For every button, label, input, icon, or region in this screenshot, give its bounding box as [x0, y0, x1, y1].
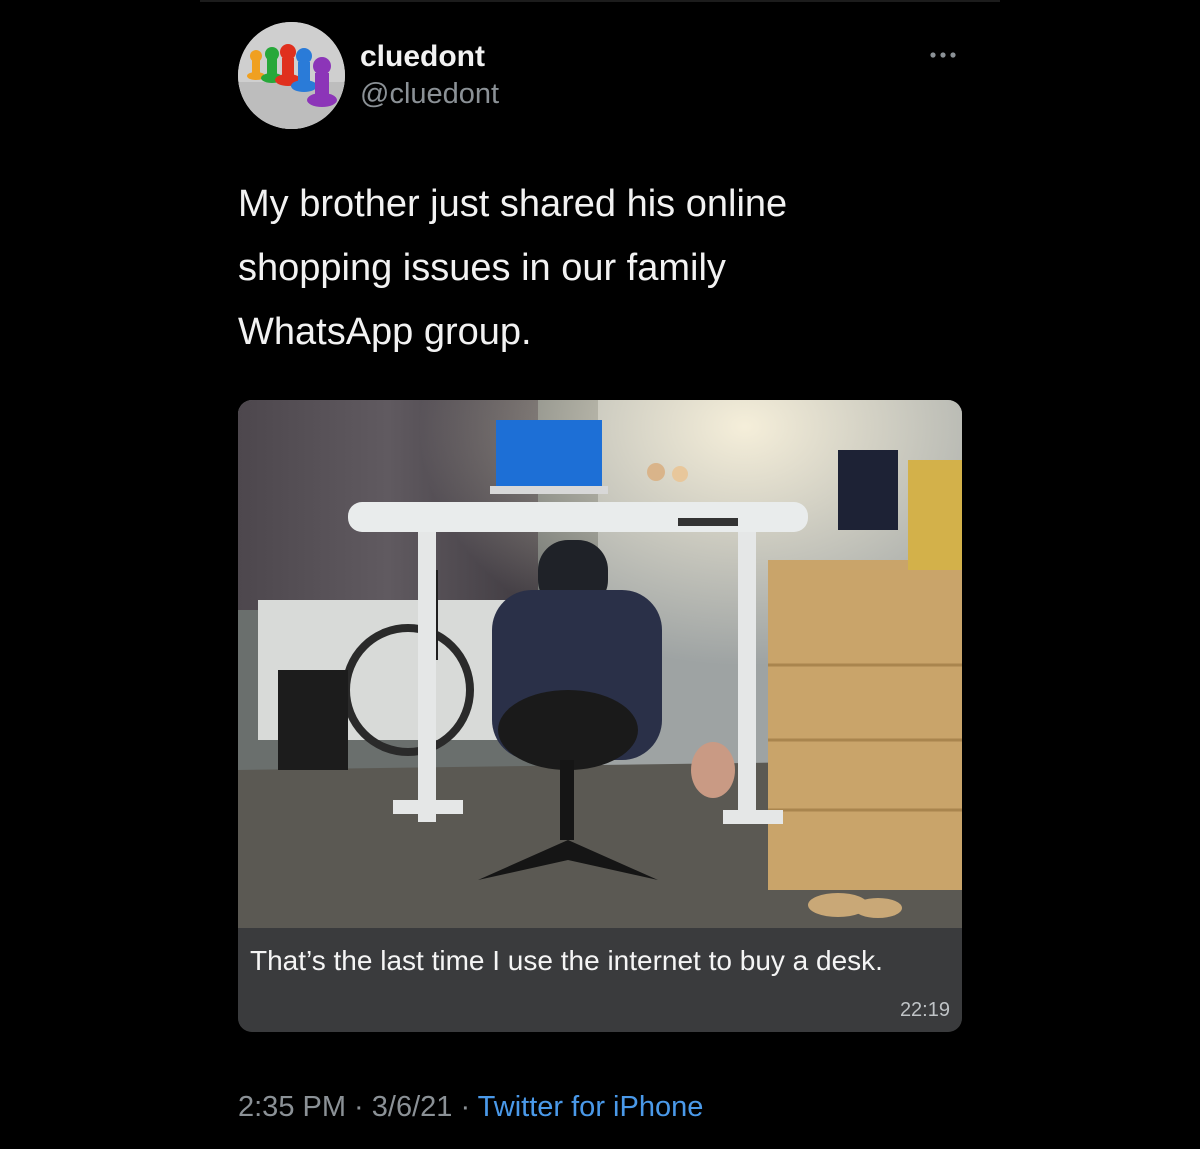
tweet-meta: 2:35 PM · 3/6/21 · Twitter for iPhone — [238, 1090, 703, 1124]
media-caption-box: That’s the last time I use the internet … — [238, 928, 962, 1032]
tweet-header: cluedont @cluedont — [238, 22, 962, 132]
tweet-media[interactable]: That’s the last time I use the internet … — [238, 400, 962, 1032]
more-options-icon[interactable] — [928, 48, 958, 60]
media-caption: That’s the last time I use the internet … — [250, 945, 883, 976]
tweet-text: My brother just shared his online shoppi… — [238, 183, 788, 353]
media-caption-time: 22:19 — [899, 999, 950, 1021]
tweet-source-link[interactable]: Twitter for iPhone — [478, 1091, 704, 1123]
avatar-game-pieces-icon — [238, 22, 345, 129]
avatar[interactable] — [238, 22, 345, 129]
top-divider — [200, 0, 1000, 2]
meta-separator: · — [346, 1091, 372, 1123]
user-handle[interactable]: @cluedont — [360, 74, 499, 114]
tweet-date[interactable]: 3/6/21 — [372, 1091, 453, 1123]
tweet: cluedont @cluedont My brother just share… — [238, 22, 962, 1123]
author[interactable]: cluedont @cluedont — [360, 40, 499, 114]
media-photo — [238, 400, 962, 932]
tweet-time[interactable]: 2:35 PM — [238, 1091, 346, 1123]
display-name[interactable]: cluedont — [360, 40, 499, 74]
meta-separator: · — [452, 1091, 478, 1123]
